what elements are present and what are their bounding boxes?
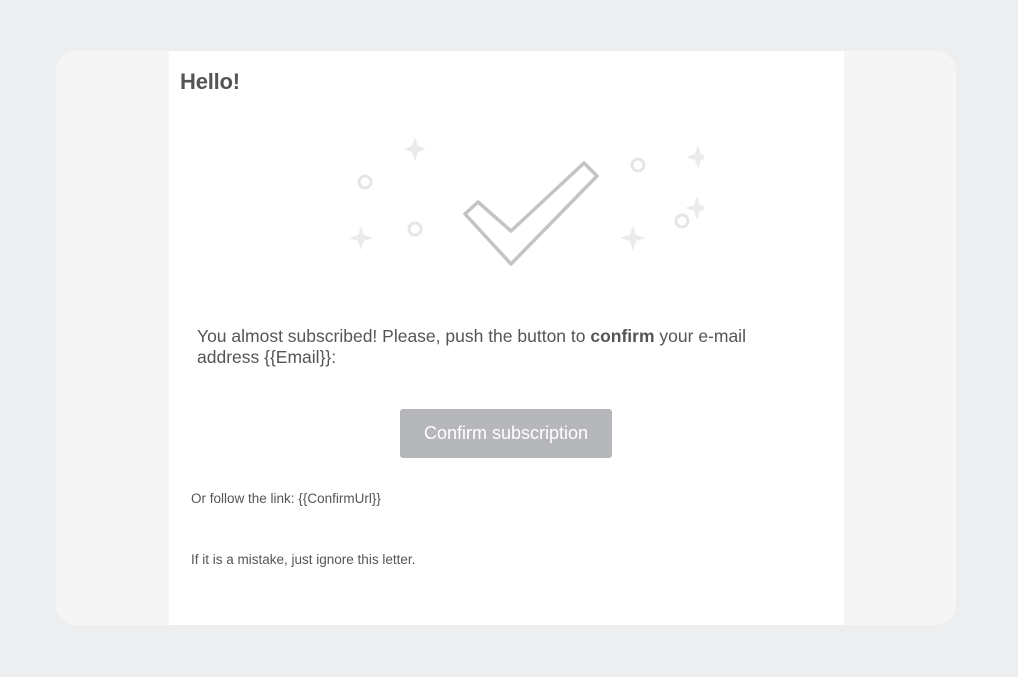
sparkle-icon <box>686 145 704 169</box>
circle-icon <box>630 157 646 173</box>
confirm-url-link[interactable]: {{ConfirmUrl}} <box>298 491 381 506</box>
message-emphasis: confirm <box>590 326 655 346</box>
email-body: Hello! You almost subscribed! Please, pu… <box>169 51 844 625</box>
sparkle-icon <box>349 226 373 250</box>
circle-icon <box>674 213 690 229</box>
greeting-heading: Hello! <box>180 69 240 94</box>
follow-link-label: Or follow the link: <box>191 491 299 506</box>
sparkle-icon <box>620 225 646 251</box>
follow-link-line: Or follow the link: {{ConfirmUrl}} <box>191 491 381 506</box>
confirm-subscription-button[interactable]: Confirm subscription <box>400 409 612 458</box>
ignore-notice: If it is a mistake, just ignore this let… <box>191 552 416 567</box>
message-text-start: You almost subscribed! Please, push the … <box>197 326 591 346</box>
subscription-message: You almost subscribed! Please, push the … <box>197 326 807 368</box>
sparkle-icon <box>404 137 426 161</box>
circle-icon <box>357 174 373 190</box>
circle-icon <box>407 221 423 237</box>
checkmark-icon <box>463 161 599 266</box>
success-illustration <box>349 137 704 266</box>
email-frame: Hello! You almost subscribed! Please, pu… <box>56 51 956 625</box>
